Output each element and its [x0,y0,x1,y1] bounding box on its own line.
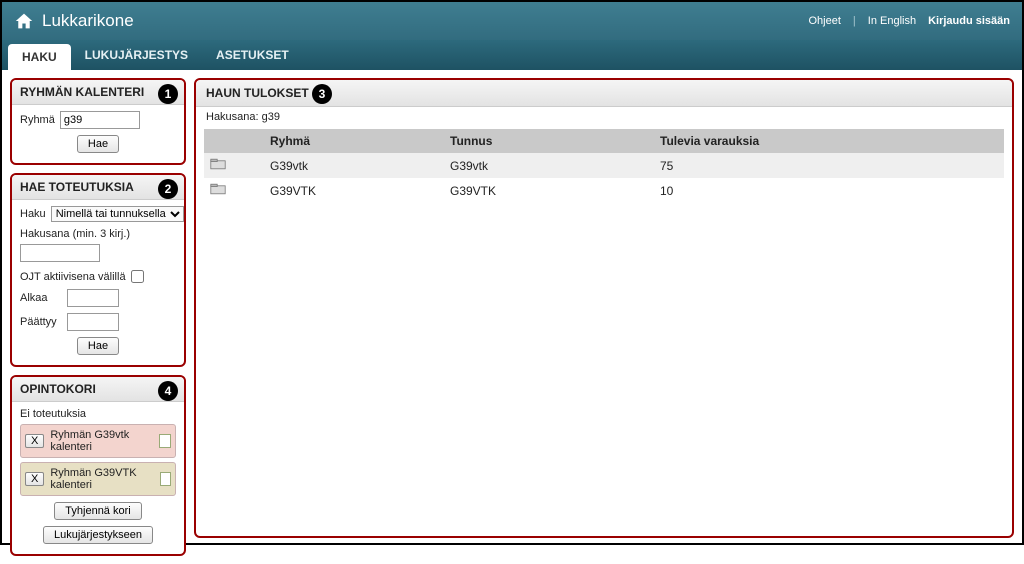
search-mode-label: Haku [20,208,46,220]
remove-item-button[interactable]: X [25,434,44,448]
results-panel: HAUN TULOKSET 3 Hakusana: g39 Ryhmä Tunn… [194,78,1014,538]
group-input[interactable] [60,111,140,129]
group-calendar-panel: RYHMÄN KALENTERI 1 Ryhmä Hae [10,78,186,165]
tab-lukujarjestys[interactable]: LUKUJÄRJESTYS [71,40,202,70]
remove-item-button[interactable]: X [25,472,44,486]
table-row[interactable]: G39VTK G39VTK 10 [204,178,1004,203]
login-link[interactable]: Kirjaudu sisään [928,15,1010,27]
language-link[interactable]: In English [868,15,916,27]
col-tunnus: Tunnus [444,129,654,153]
help-link[interactable]: Ohjeet [808,15,840,27]
to-schedule-button[interactable]: Lukujärjestykseen [43,526,153,544]
search-mode-select[interactable]: Nimellä tai tunnuksella [51,206,184,222]
document-icon [210,158,226,170]
impl-search-button[interactable]: Hae [77,337,119,355]
col-varaukset: Tulevia varauksia [654,129,1004,153]
group-label: Ryhmä [20,114,55,126]
calendar-icon[interactable] [159,434,171,448]
tab-haku[interactable]: HAKU [8,44,71,70]
cart-empty-note: Ei toteutuksia [20,408,176,420]
step-badge-3: 3 [312,84,332,104]
end-label: Päättyy [20,316,62,328]
start-label: Alkaa [20,292,62,304]
step-badge-2: 2 [158,179,178,199]
step-badge-4: 4 [158,381,178,401]
document-icon [210,183,226,195]
ojt-checkbox[interactable] [131,270,144,283]
cart-item: X Ryhmän G39vtk kalenteri [20,424,176,458]
end-input[interactable] [67,313,119,331]
calendar-icon[interactable] [160,472,171,486]
ojt-label: OJT aktiivisena välillä [20,271,126,283]
separator: | [853,15,856,27]
keyword-input[interactable] [20,244,100,262]
group-search-button[interactable]: Hae [77,135,119,153]
cart-item-label: Ryhmän G39vtk kalenteri [50,429,153,453]
cart-item: X Ryhmän G39VTK kalenteri [20,462,176,496]
home-icon[interactable] [14,12,34,30]
tabbar: HAKU LUKUJÄRJESTYS ASETUKSET [2,40,1022,70]
search-implementations-panel: HAE TOTEUTUKSIA 2 Haku Nimellä tai tunnu… [10,173,186,367]
results-table: Ryhmä Tunnus Tulevia varauksia G39vtk G3… [204,129,1004,203]
tab-asetukset[interactable]: ASETUKSET [202,40,303,70]
table-row[interactable]: G39vtk G39vtk 75 [204,153,1004,178]
app-title: Lukkarikone [42,11,134,31]
col-icon [204,129,264,153]
empty-cart-button[interactable]: Tyhjennä kori [54,502,141,520]
results-keyword-line: Hakusana: g39 [196,107,1012,127]
start-input[interactable] [67,289,119,307]
cart-item-label: Ryhmän G39VTK kalenteri [50,467,153,491]
keyword-label: Hakusana (min. 3 kirj.) [20,228,176,240]
topbar: Lukkarikone Ohjeet | In English Kirjaudu… [2,2,1022,40]
col-ryhma: Ryhmä [264,129,444,153]
cart-panel: OPINTOKORI 4 Ei toteutuksia X Ryhmän G39… [10,375,186,556]
step-badge-1: 1 [158,84,178,104]
